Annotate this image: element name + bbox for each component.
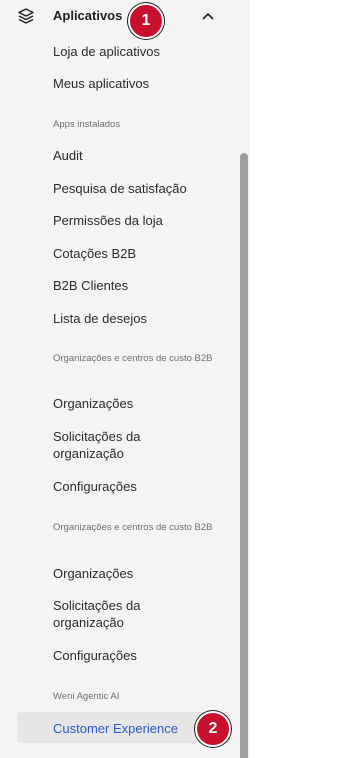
nav-item-loja-de-aplicativos[interactable]: Loja de aplicativos xyxy=(53,43,223,60)
nav-item-pesquisa-de-satisfacao[interactable]: Pesquisa de satisfação xyxy=(53,180,223,197)
header-label: Aplicativos xyxy=(53,8,123,23)
annotation-badge-2: 2 xyxy=(195,711,231,747)
layers-icon xyxy=(18,8,34,24)
section-label-organizacoes-b2b: Organizações e centros de custo B2B xyxy=(53,522,213,533)
nav-item-b2b-clientes[interactable]: B2B Clientes xyxy=(53,277,223,294)
nav-item-configuracoes[interactable]: Configurações xyxy=(53,647,223,664)
nav-item-permissoes-da-loja[interactable]: Permissões da loja xyxy=(53,212,223,229)
section-label-apps-instalados: Apps instalados xyxy=(53,119,121,130)
nav-item-audit[interactable]: Audit xyxy=(53,147,223,164)
section-label-organizacoes-b2b: Organizações e centros de custo B2B xyxy=(53,353,213,364)
sidebar: Aplicativos Loja de aplicativos Meus apl… xyxy=(0,0,236,758)
section-label-weni-agentic-ai: Weni Agentic AI xyxy=(53,691,120,702)
section-header-aplicativos[interactable]: Aplicativos xyxy=(0,0,236,32)
nav-item-solicitacoes-da-organizacao[interactable]: Solicitações da organização xyxy=(53,597,173,631)
nav-item-configuracoes[interactable]: Configurações xyxy=(53,478,223,495)
nav-item-organizacoes[interactable]: Organizações xyxy=(53,565,223,582)
nav-item-meus-aplicativos[interactable]: Meus aplicativos xyxy=(53,75,223,92)
nav-item-organizacoes[interactable]: Organizações xyxy=(53,395,223,412)
scrollbar-thumb[interactable] xyxy=(240,153,248,758)
nav-item-lista-de-desejos[interactable]: Lista de desejos xyxy=(53,310,223,327)
annotation-badge-1: 1 xyxy=(128,3,164,39)
nav-item-cotacoes-b2b[interactable]: Cotações B2B xyxy=(53,245,223,262)
nav-item-solicitacoes-da-organizacao[interactable]: Solicitações da organização xyxy=(53,428,173,462)
chevron-up-icon[interactable] xyxy=(200,8,216,24)
